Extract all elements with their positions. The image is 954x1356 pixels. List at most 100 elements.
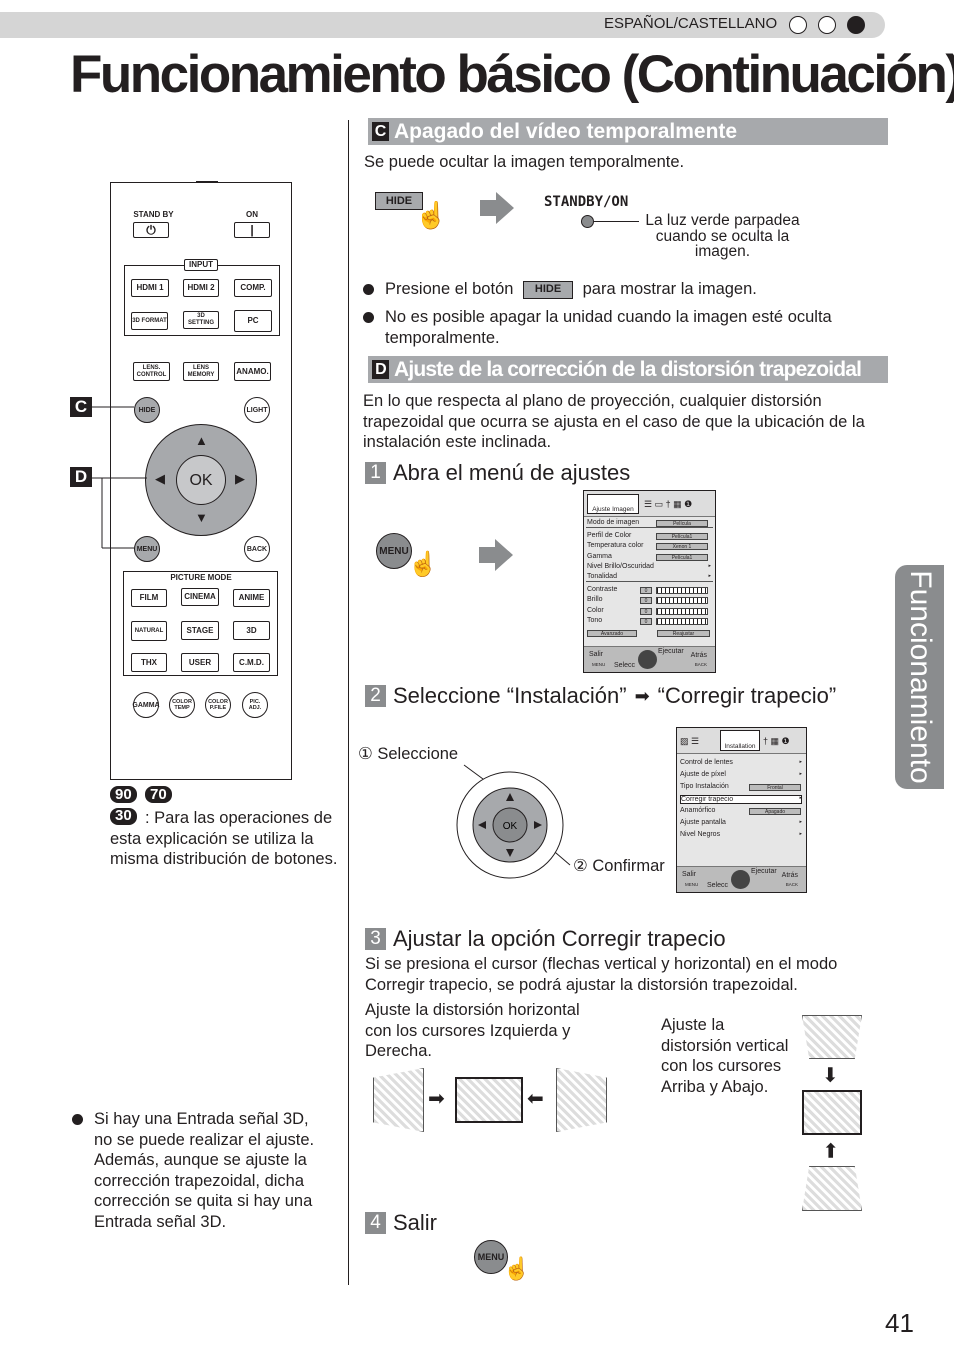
remote-button-film: FILM xyxy=(131,589,167,607)
section-d-intro: En lo que respecta al plano de proyecció… xyxy=(363,392,865,451)
remote-button-thx: THX xyxy=(131,653,167,672)
menu-separator xyxy=(586,527,713,529)
hand-pointer-icon: ☝ xyxy=(415,200,448,230)
menu-row: Nivel Negros xyxy=(680,831,721,838)
remote-button-anamo-: ANAMO. xyxy=(234,362,271,381)
picture-mode-label: PICTURE MODE xyxy=(170,573,232,582)
step-number: 1 xyxy=(365,462,386,484)
menu-row: Tonalidad xyxy=(587,573,617,580)
menu-slider xyxy=(656,597,708,605)
menu-rows: Control de lentes ▸ Ajuste de píxel ▸ Tipo I… xyxy=(677,754,806,854)
step-title: Abra el menú de ajustes xyxy=(393,460,631,485)
menu-row: Brillo xyxy=(587,596,603,604)
remote-button-3d-format: 3D FORMAT xyxy=(131,312,168,330)
bullet-text: para mostrar la imagen. xyxy=(582,280,757,298)
step-3-text: Si se presiona el cursor (flechas vertic… xyxy=(365,955,838,994)
remote-button-pic-adj-: PIC. ADJ. xyxy=(242,692,268,718)
submenu-arrow-icon: ▸ xyxy=(799,771,802,777)
on-label: ON xyxy=(246,210,258,219)
note-3d: Si hay una Entrada señal 3D, no se puede… xyxy=(72,1109,329,1232)
models-note-text: : Para las operaciones de esta explicaci… xyxy=(110,809,338,868)
menu-value: 0 xyxy=(640,617,652,625)
arrow-icon: ➡ xyxy=(634,685,650,706)
advanced-button: Avanzado xyxy=(587,630,637,637)
menu-slider xyxy=(656,607,708,615)
menu-value: 0 xyxy=(640,607,652,615)
back-label: Atrás xyxy=(781,872,798,879)
menu-row: Control de lentes xyxy=(680,759,733,766)
standby-button: ⏻ xyxy=(133,222,169,238)
menu-tab-active: Ajuste Imagen xyxy=(587,494,639,514)
side-tab-label: Funcionamiento xyxy=(903,570,937,784)
model-badge: 90 xyxy=(110,786,137,803)
keystone-image-middle xyxy=(802,1090,862,1135)
section-letter: D xyxy=(372,360,389,379)
select-label: Selecc xyxy=(707,882,729,889)
bullet-item: Presione el botón HIDE para mostrar la i… xyxy=(363,279,757,300)
menu-value: Xenon 1 xyxy=(656,543,708,551)
remote-button-hdmi-1: HDMI 1 xyxy=(131,279,169,297)
vertical-note: Ajuste la distorsión vertical con los cu… xyxy=(661,1016,789,1096)
left-arrow-icon: ➡ xyxy=(527,1088,544,1110)
remote-button-3d-setting: 3D SETTING xyxy=(183,311,219,329)
menu-row: Nivel Brillo/Oscuridad xyxy=(587,562,654,570)
section-c-heading: C Apagado del vídeo temporalmente xyxy=(368,118,888,145)
reset-button: Reajustar xyxy=(657,630,710,637)
page-number: 41 xyxy=(885,1308,914,1338)
select-label: Selecc xyxy=(614,662,636,669)
menu-tab-icons: ☰ ▭ † ▦ ❶ xyxy=(644,499,693,509)
menu-row: Ajuste pantalla xyxy=(680,819,726,826)
execute-label: Ejecutar xyxy=(751,868,777,875)
submenu-arrow-icon: ▸ xyxy=(799,759,802,765)
models-note: 30: Para las operaciones de esta explica… xyxy=(110,807,350,870)
submenu-arrow-icon: ▸ xyxy=(708,562,711,569)
remote-button-hdmi-2: HDMI 2 xyxy=(183,279,219,297)
exit-key: MENU xyxy=(592,662,606,667)
remote-button-comp-: COMP. xyxy=(234,279,272,297)
menu-footer: Salir MENU Selecc Ejecutar Atrás BACK xyxy=(584,646,715,672)
step-3-heading: 3 Ajustar la opción Corregir trapecio xyxy=(365,926,726,952)
remote-button-lens-memory: LENS MEMORY xyxy=(183,362,219,381)
right-arrow-icon: ➡ xyxy=(428,1088,445,1110)
down-arrow-icon: ➡ xyxy=(818,1066,841,1083)
execute-label: Ejecutar xyxy=(658,648,684,655)
menu-value: Película xyxy=(656,520,708,527)
back-key: BACK xyxy=(785,882,798,887)
step-4-heading: 4 Salir xyxy=(365,1210,437,1236)
exit-key: MENU xyxy=(685,882,699,887)
menu-value: Apagado xyxy=(749,808,801,815)
dpad-arrow-icon: ▶ xyxy=(235,471,245,486)
menu-row: Gamma xyxy=(587,552,612,560)
menu-tab-active: Installation xyxy=(720,730,760,751)
menu-row: Contraste xyxy=(587,586,618,594)
back-key: BACK xyxy=(694,662,707,667)
bullet-text: Presione el botón xyxy=(385,280,514,298)
menu-value: 0 xyxy=(640,587,652,595)
dpad-diagram: OK xyxy=(456,764,571,879)
remote-button-stage: STAGE xyxy=(181,621,219,640)
dpad-arrow-icon: ▲ xyxy=(195,433,208,448)
language-dot-icon xyxy=(789,16,807,34)
keystone-image-right xyxy=(556,1068,607,1132)
hide-button-inline: HIDE xyxy=(523,280,574,299)
marker-leader-lines xyxy=(92,406,147,549)
keystone-image-center xyxy=(455,1077,523,1123)
up-arrow-icon: ➡ xyxy=(819,1142,842,1159)
menu-row: Tipo Instalación xyxy=(680,783,729,790)
dpad-icon xyxy=(638,650,657,669)
submenu-arrow-icon: ▸ xyxy=(799,819,802,825)
language-label: ESPAÑOL/CASTELLANO xyxy=(604,15,778,32)
right-arrow-icon xyxy=(480,192,514,224)
submenu-arrow-icon: ▸ xyxy=(708,573,711,579)
remote-button-lens-control: LENS. CONTROL xyxy=(133,362,170,381)
menu-tab-icons: † ▦ ❶ xyxy=(763,736,790,746)
horizontal-note: Ajuste la distorsión horizontal con los … xyxy=(365,1001,580,1060)
menu-screen-ajuste-imagen: Ajuste Imagen ☰ ▭ † ▦ ❶ Modo de imagen Pe… xyxy=(583,490,716,673)
menu-row: Ajuste de píxel xyxy=(680,771,726,778)
remote-button-gamma: GAMMA xyxy=(132,692,160,718)
remote-button-pc: PC xyxy=(234,310,272,332)
step-number: 4 xyxy=(365,1212,386,1234)
menu-row: Modo de imagen xyxy=(587,519,640,526)
menu-value: 0 xyxy=(640,597,652,605)
step-1-heading: 1 Abra el menú de ajustes xyxy=(365,460,630,486)
